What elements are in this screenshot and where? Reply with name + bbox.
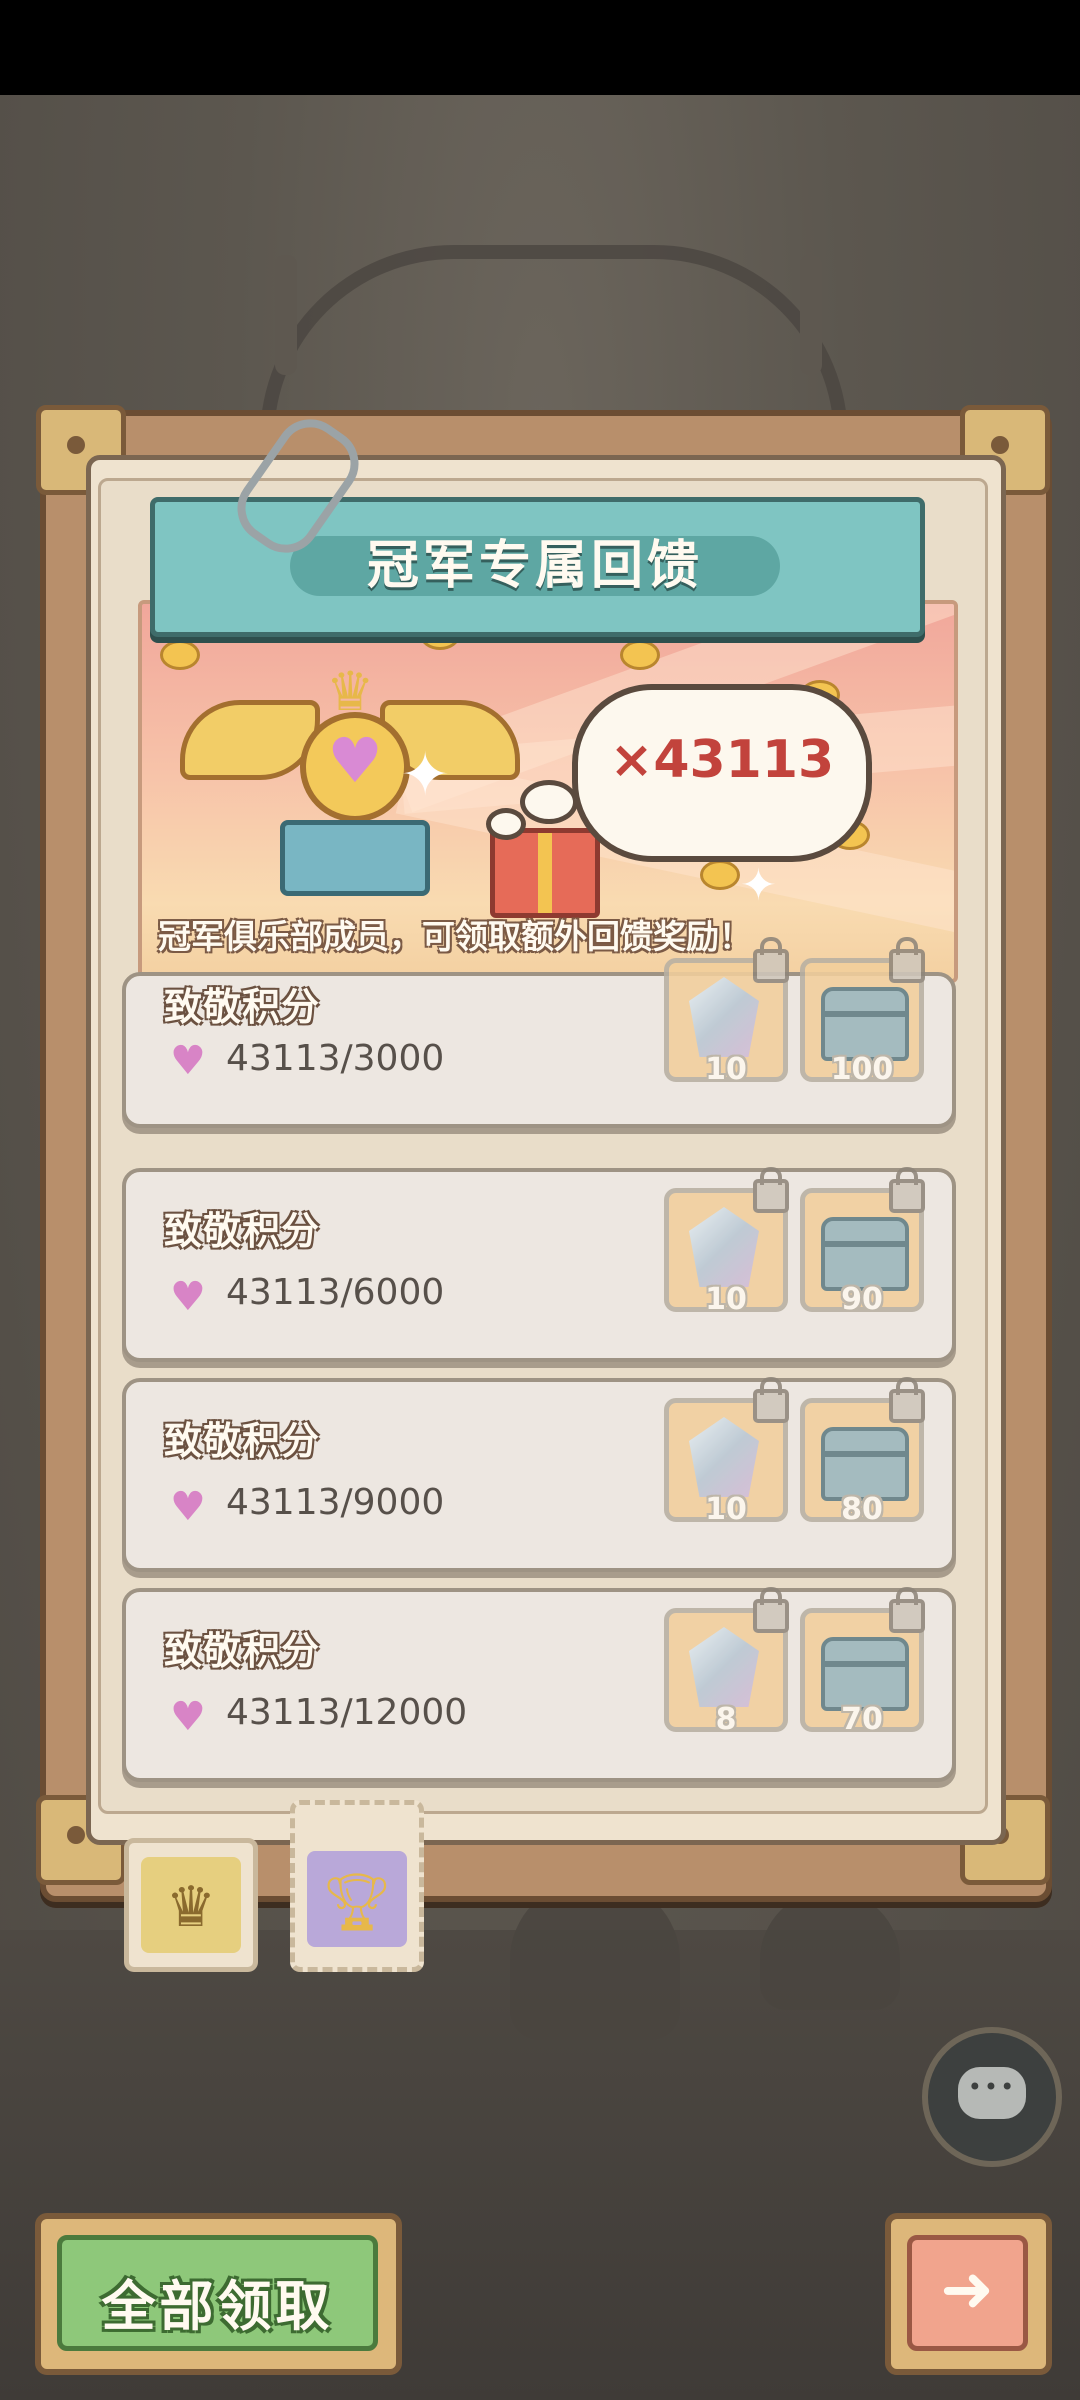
heart-icon: ♥ [170,1484,206,1530]
reward-progress: 43113/6000 [226,1272,445,1313]
reward-label: 致敬积分 [164,985,321,1029]
gift-box-icon [490,828,600,918]
reward-chest-slot[interactable]: 70 [800,1587,925,1737]
reward-quantity: 10 [705,1052,747,1087]
heart-icon: ♥ [170,1038,206,1084]
tab-crown[interactable]: ♛ [124,1838,258,1972]
lock-icon [889,1167,925,1213]
reward-chest-slot[interactable]: 100 [800,937,925,1087]
coin-icon [620,640,660,670]
chat-bubble-icon [958,2067,1026,2119]
reward-label: 致敬积分 [164,1209,321,1253]
claim-all-label: 全部领取 [101,2275,334,2338]
reward-chest-slot[interactable]: 80 [800,1377,925,1527]
page-title: 冠军专属回馈 [366,536,703,596]
chest-icon [821,987,909,1061]
reward-label: 致敬积分 [164,1419,321,1463]
lock-icon [753,1377,789,1423]
reward-row: 致敬积分 ♥ 43113/3000 10 100 [122,937,956,1128]
reward-progress: 43113/9000 [226,1482,445,1523]
crystal-icon [689,977,759,1057]
reward-gem-slot[interactable]: 8 [664,1587,789,1737]
crystal-icon [689,1417,759,1497]
background-robot [510,1880,680,2040]
status-bar [0,0,1080,95]
lock-icon [889,937,925,983]
arrow-right-icon: ➜ [940,2253,994,2327]
lock-icon [753,1167,789,1213]
reward-gem-slot[interactable]: 10 [664,937,789,1087]
chest-icon [821,1217,909,1291]
reward-chest-slot[interactable]: 90 [800,1167,925,1317]
thought-dot [520,780,578,824]
reward-progress: 43113/3000 [226,1038,445,1079]
coin-icon [160,640,200,670]
lock-icon [889,1377,925,1423]
lock-icon [753,1587,789,1633]
reward-row: 致敬积分 ♥ 43113/6000 10 90 [122,1167,956,1362]
reward-quantity: 70 [841,1702,883,1737]
crown-icon: ♛ [165,1875,217,1940]
heart-icon: ♥ [170,1274,206,1320]
lock-icon [889,1587,925,1633]
reward-row: 致敬积分 ♥ 43113/9000 10 80 [122,1377,956,1572]
heart-icon: ♥ [170,1694,206,1740]
chat-button[interactable] [922,2027,1062,2167]
background-pole [800,255,822,375]
sparkle-icon: ✦ [400,740,451,810]
crystal-icon [689,1207,759,1287]
tab-trophy-face: 🏆︎ [307,1851,407,1947]
claim-all-button[interactable]: 全部领取 [35,2213,402,2375]
trophy-icon: 🏆︎ [321,1870,393,1935]
banner-caption: 冠军俱乐部成员，可领取额外回馈奖励！ [158,917,752,956]
chest-icon [821,1637,909,1711]
chest-icon [821,1427,909,1501]
reward-gem-slot[interactable]: 10 [664,1377,789,1527]
background-pole [275,255,297,375]
reward-quantity: 90 [841,1282,883,1317]
reward-quantity: 80 [841,1492,883,1527]
reward-quantity: 10 [705,1282,747,1317]
reward-label: 致敬积分 [164,1629,321,1673]
lock-icon [753,937,789,983]
reward-progress: 43113/12000 [226,1692,468,1733]
coin-icon [700,860,740,890]
tab-trophy[interactable]: 🏆︎ [290,1800,424,1972]
reward-gem-slot[interactable]: 10 [664,1167,789,1317]
reward-row: 致敬积分 ♥ 43113/12000 8 70 [122,1587,956,1782]
reward-quantity: 8 [715,1702,737,1737]
tab-crown-face: ♛ [141,1857,241,1953]
heart-trophy-icon [300,712,410,822]
thought-dot [486,808,526,840]
claim-all-face: 全部领取 [57,2235,378,2351]
next-face: ➜ [907,2235,1028,2351]
next-button[interactable]: ➜ [885,2213,1052,2375]
crystal-icon [689,1627,759,1707]
sparkle-icon: ✦ [740,860,777,911]
score-value: ×43113 [609,730,835,790]
reward-quantity: 10 [705,1492,747,1527]
trophy-base [280,820,430,896]
reward-quantity: 100 [830,1052,894,1087]
